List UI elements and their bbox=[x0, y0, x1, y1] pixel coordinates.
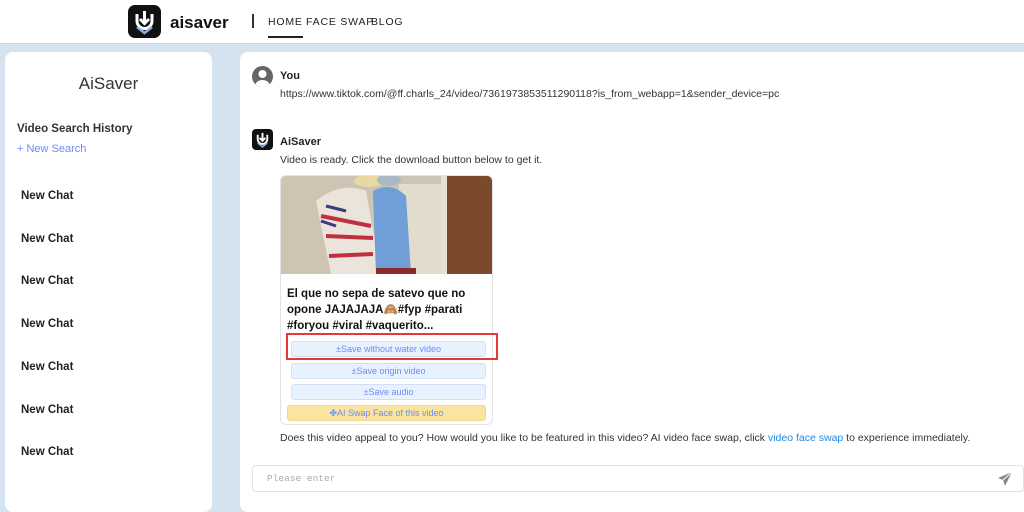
chat-item[interactable]: New Chat bbox=[21, 275, 73, 287]
chat-item[interactable]: New Chat bbox=[21, 190, 73, 202]
user-message: https://www.tiktok.com/@ff.charls_24/vid… bbox=[280, 88, 780, 100]
save-audio-button[interactable]: ±Save audio bbox=[291, 384, 486, 400]
video-card: El que no sepa de satevo que no opone JA… bbox=[280, 175, 493, 425]
face-swap-promo: Does this video appeal to you? How would… bbox=[280, 432, 970, 444]
sidebar: AiSaver Video Search History + New Searc… bbox=[5, 52, 212, 512]
swap-icon: ✤ bbox=[329, 408, 337, 418]
video-title: El que no sepa de satevo que no opone JA… bbox=[287, 288, 466, 332]
message-input[interactable] bbox=[253, 466, 973, 491]
promo-text-end: to experience immediately. bbox=[843, 432, 971, 444]
chat-item[interactable]: New Chat bbox=[21, 318, 73, 330]
user-avatar-icon bbox=[252, 66, 273, 87]
bot-name: AiSaver bbox=[280, 136, 321, 148]
nav-blog[interactable]: BLOG bbox=[371, 16, 403, 28]
brand-name[interactable]: aisaver bbox=[170, 13, 229, 33]
save-origin-video-button[interactable]: ±Save origin video bbox=[291, 363, 486, 379]
history-heading: Video Search History bbox=[17, 123, 133, 135]
top-bar: aisaver HOME FACE SWAP BLOG bbox=[0, 0, 1024, 44]
nav-face-swap[interactable]: FACE SWAP bbox=[306, 16, 374, 28]
chat-item[interactable]: New Chat bbox=[21, 446, 73, 458]
user-name: You bbox=[280, 70, 300, 82]
chat-item[interactable]: New Chat bbox=[21, 404, 73, 416]
message-input-box bbox=[252, 465, 1024, 492]
swap-label: AI Swap Face of this video bbox=[336, 408, 444, 418]
send-icon[interactable] bbox=[997, 471, 1013, 492]
video-thumbnail[interactable] bbox=[281, 176, 492, 274]
chat-item[interactable]: New Chat bbox=[21, 361, 73, 373]
highlight-box bbox=[286, 333, 498, 360]
new-search-button[interactable]: + New Search bbox=[17, 143, 86, 155]
promo-text: Does this video appeal to you? How would… bbox=[280, 432, 768, 444]
bot-message: Video is ready. Click the download butto… bbox=[280, 154, 543, 166]
aisaver-logo[interactable] bbox=[128, 5, 161, 38]
divider bbox=[252, 14, 254, 28]
nav-home[interactable]: HOME bbox=[268, 16, 303, 38]
sidebar-title: AiSaver bbox=[78, 74, 139, 93]
chat-panel: You https://www.tiktok.com/@ff.charls_24… bbox=[240, 52, 1024, 512]
video-face-swap-link[interactable]: video face swap bbox=[768, 432, 843, 444]
chat-item[interactable]: New Chat bbox=[21, 233, 73, 245]
ai-swap-face-button[interactable]: ✤AI Swap Face of this video bbox=[287, 405, 486, 421]
aisaver-bot-icon bbox=[252, 129, 273, 150]
